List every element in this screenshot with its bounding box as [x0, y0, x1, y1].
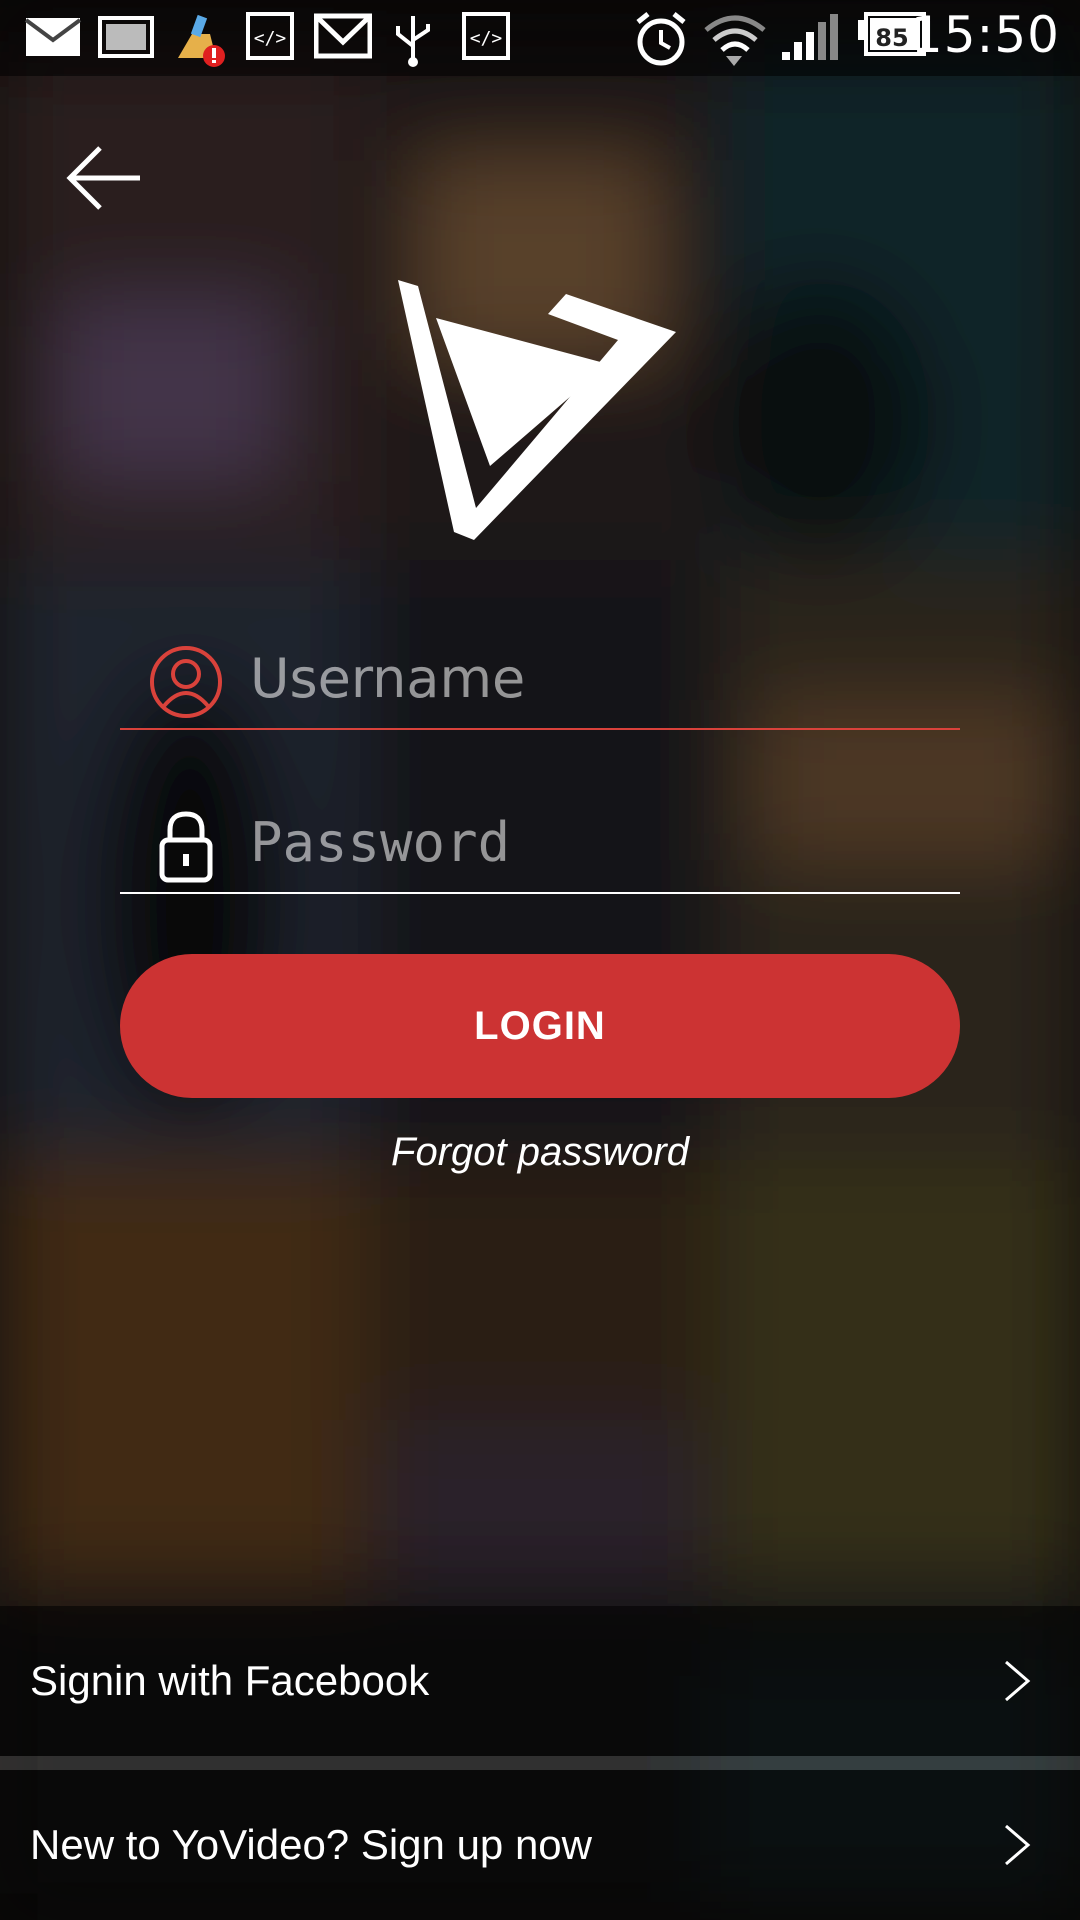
status-bar: </> </> 85 15:50	[0, 0, 1080, 76]
username-input[interactable]	[250, 630, 940, 726]
username-field	[120, 620, 960, 730]
usb-icon	[396, 16, 430, 67]
chevron-right-icon	[1005, 1660, 1031, 1702]
login-button[interactable]: LOGIN	[120, 954, 960, 1098]
facebook-signin-row[interactable]: Signin with Facebook	[0, 1606, 1080, 1756]
signup-row[interactable]: New to YoVideo? Sign up now	[0, 1770, 1080, 1920]
mail-icon	[24, 18, 82, 56]
row-divider	[0, 1756, 1080, 1770]
password-field	[120, 784, 960, 894]
code-icon: </>	[246, 12, 294, 60]
user-icon	[150, 646, 222, 718]
lock-icon	[159, 811, 213, 883]
svg-text:</>: </>	[254, 28, 287, 49]
cleaner-alert-icon	[178, 14, 225, 67]
password-input[interactable]	[250, 794, 940, 890]
forgot-password-link[interactable]: Forgot password	[0, 1130, 1080, 1175]
code-icon: </>	[462, 12, 510, 60]
back-button[interactable]	[60, 140, 150, 220]
signup-label: New to YoVideo? Sign up now	[30, 1821, 592, 1868]
svg-text:</>: </>	[470, 28, 503, 49]
gallery-icon	[98, 16, 154, 58]
alarm-icon	[636, 12, 686, 66]
arrow-left-icon	[66, 146, 140, 210]
signal-icon	[782, 14, 838, 60]
status-time: 15:50	[910, 6, 1060, 64]
wifi-icon	[704, 15, 766, 66]
password-underline	[120, 892, 960, 894]
username-underline	[120, 728, 960, 730]
yovideo-logo	[398, 280, 676, 540]
chevron-right-icon	[1005, 1824, 1031, 1866]
facebook-signin-label: Signin with Facebook	[30, 1657, 430, 1704]
gmail-icon	[314, 13, 372, 59]
